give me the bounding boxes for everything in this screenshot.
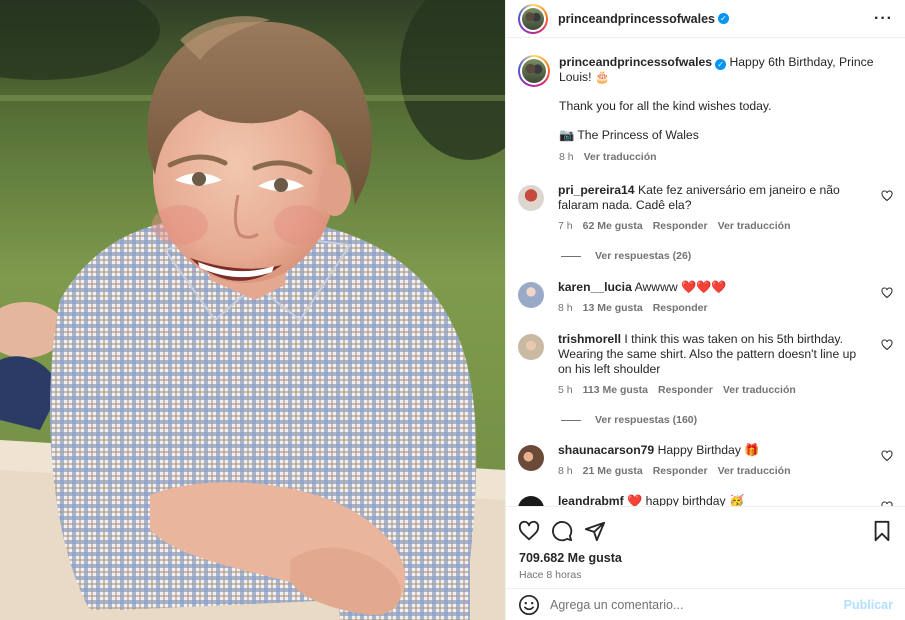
caption-time: 8 h [559,151,574,163]
author-username[interactable]: princeandprincessofwales [558,12,715,26]
author-avatar[interactable] [518,3,548,34]
post-timestamp: Hace 8 horas [519,569,582,581]
post-photo[interactable] [0,0,505,620]
reply-button[interactable]: Responder [653,465,708,477]
comment-item: shaunacarson79 Happy Birthday 🎁 8 h 21 M… [518,443,893,477]
translate-link[interactable]: Ver traducción [723,384,796,396]
comment-text: Happy Birthday 🎁 [657,443,760,457]
add-comment-bar: Publicar [506,588,905,620]
post-side-panel: princeandprincessofwales ✓ ··· princeand… [505,0,905,620]
share-send-icon[interactable] [584,520,606,542]
comment-item: leandrabmf ❤️ happy birthday 🥳 [518,494,893,506]
comment-time: 8 h [558,302,573,314]
commenter-avatar[interactable] [518,185,544,211]
post-caption: princeandprincessofwales ✓ Happy 6th Birt… [518,53,893,163]
caption-line2: Thank you for all the kind wishes today. [559,99,772,113]
comment-time: 5 h [558,384,573,396]
comment-username[interactable]: karen__lucia [558,280,632,294]
like-comment-heart-icon[interactable] [881,287,893,299]
comment-time: 7 h [558,220,573,232]
comment-likes[interactable]: 13 Me gusta [583,302,643,314]
emoji-icon[interactable] [518,594,540,616]
caption-avatar[interactable] [518,55,550,87]
comment-likes[interactable]: 113 Me gusta [583,384,648,396]
comment-username[interactable]: shaunacarson79 [558,443,654,457]
caption-line3: 📷 The Princess of Wales [559,128,699,142]
like-comment-heart-icon[interactable] [881,190,893,202]
like-heart-icon[interactable] [518,520,540,542]
comment-likes[interactable]: 62 Me gusta [583,220,643,232]
more-options-icon[interactable]: ··· [874,10,893,28]
post-image [0,0,505,620]
comment-likes[interactable]: 21 Me gusta [583,465,643,477]
reply-button[interactable]: Responder [653,302,708,314]
comment-item: pri_pereira14 Kate fez aniversário em ja… [518,183,893,232]
translate-link[interactable]: Ver traducción [718,220,791,232]
verified-badge-icon: ✓ [718,13,730,24]
caption-username[interactable]: princeandprincessofwales [559,55,712,69]
commenter-avatar[interactable] [518,445,544,471]
save-bookmark-icon[interactable] [871,520,893,542]
comment-input[interactable] [550,597,844,612]
view-replies-button[interactable]: Ver respuestas (26) [561,250,893,262]
likes-count[interactable]: 709.682 Me gusta [519,551,905,565]
verified-badge-icon: ✓ [715,59,727,70]
like-comment-heart-icon[interactable] [881,339,893,351]
comment-bubble-icon[interactable] [551,520,573,542]
comment-item: karen__lucia Awwww ❤️❤️❤️ 8 h 13 Me gust… [518,280,893,314]
post-actions: 709.682 Me gusta Hace 8 horas Publicar [506,506,905,620]
comment-username[interactable]: leandrabmf [558,494,624,506]
comment-username[interactable]: pri_pereira14 [558,183,635,197]
reply-button[interactable]: Responder [653,220,708,232]
reply-button[interactable]: Responder [658,384,713,396]
commenter-avatar[interactable] [518,496,544,506]
caption-translate-link[interactable]: Ver traducción [584,151,657,163]
like-comment-heart-icon[interactable] [881,450,893,462]
view-replies-label: Ver respuestas (26) [595,250,692,262]
comment-text: ❤️ happy birthday 🥳 [627,494,745,506]
view-replies-label: Ver respuestas (160) [595,414,698,426]
commenter-avatar[interactable] [518,282,544,308]
translate-link[interactable]: Ver traducción [718,465,791,477]
comment-text: Awwww ❤️❤️❤️ [634,280,727,294]
commenter-avatar[interactable] [518,334,544,360]
view-replies-button[interactable]: Ver respuestas (160) [561,414,893,426]
publish-button[interactable]: Publicar [844,598,893,612]
comment-item: trishmorell I think this was taken on hi… [518,332,893,396]
comment-username[interactable]: trishmorell [558,332,621,346]
post-header: princeandprincessofwales ✓ ··· [506,0,905,38]
instagram-post-view: princeandprincessofwales ✓ ··· princeand… [0,0,905,620]
comment-time: 8 h [558,465,573,477]
comments-list[interactable]: princeandprincessofwales ✓ Happy 6th Birt… [506,43,905,506]
